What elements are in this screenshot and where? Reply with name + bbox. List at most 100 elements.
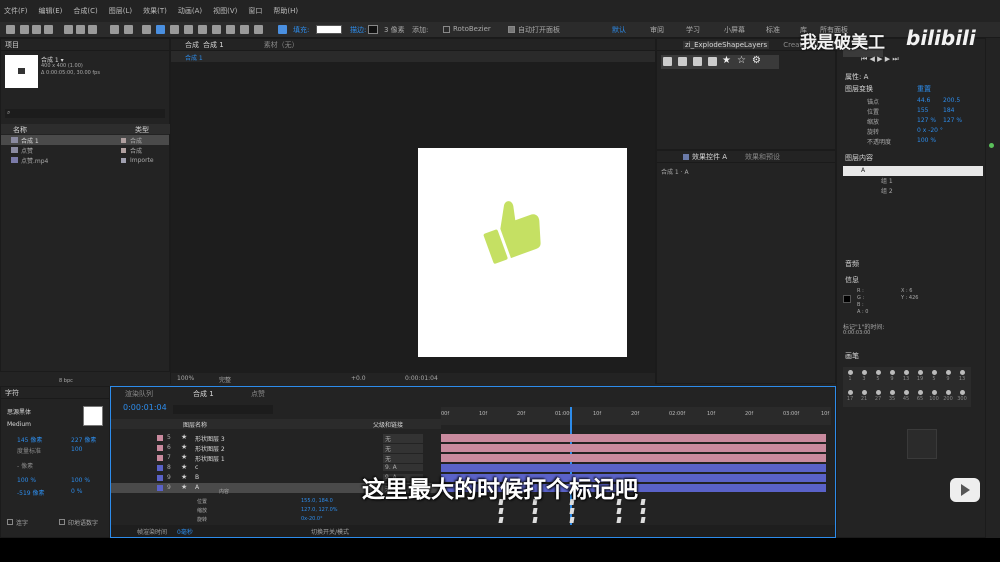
font-family-select[interactable]: 思源黑体 bbox=[7, 407, 31, 416]
tab-effect-controls[interactable]: 效果控件 A bbox=[692, 152, 727, 162]
roto-brush-icon[interactable] bbox=[240, 25, 249, 34]
keyframe[interactable] bbox=[569, 508, 575, 514]
exposure-value[interactable]: +0.0 bbox=[351, 375, 366, 382]
keyframe[interactable] bbox=[569, 517, 575, 523]
project-search-input[interactable]: ⌕ bbox=[5, 109, 165, 118]
tab-effects-presets[interactable]: 效果和预设 bbox=[745, 152, 780, 162]
col-parent[interactable]: 父级和链接 bbox=[373, 420, 403, 429]
brush-preset[interactable]: 45 bbox=[899, 387, 913, 407]
pen-tool-icon[interactable] bbox=[170, 25, 179, 34]
layer-row[interactable]: 6 ★ 形状图层 2 无 bbox=[111, 443, 441, 453]
explode-button-icon[interactable] bbox=[663, 57, 672, 66]
explode-button-icon[interactable] bbox=[678, 57, 687, 66]
menu-layer[interactable]: 图层(L) bbox=[109, 6, 132, 16]
bpc-label[interactable]: 8 bpc bbox=[59, 378, 73, 384]
font-style-select[interactable]: Medium bbox=[7, 421, 31, 428]
hand-tool-icon[interactable] bbox=[32, 25, 41, 34]
col-type[interactable]: 类型 bbox=[135, 125, 149, 135]
brush-preset[interactable]: 5 bbox=[871, 367, 885, 387]
brush-preset[interactable]: 35 bbox=[885, 387, 899, 407]
selection-tool-icon[interactable] bbox=[20, 25, 29, 34]
workspace-standard[interactable]: 标准 bbox=[766, 25, 780, 35]
keyframe[interactable] bbox=[640, 517, 646, 523]
layer-label-swatch[interactable] bbox=[157, 445, 163, 451]
keyframe[interactable] bbox=[532, 508, 538, 514]
reset-link[interactable]: 重置 bbox=[917, 84, 931, 94]
rotate-tool-icon[interactable] bbox=[110, 25, 119, 34]
keyframe[interactable] bbox=[616, 508, 622, 514]
stroke-width-field[interactable]: - 像素 bbox=[17, 461, 33, 470]
tab-footage[interactable]: 素材（无） bbox=[264, 40, 299, 50]
character-title[interactable]: 字符 bbox=[5, 388, 19, 398]
property-value[interactable]: 100 % bbox=[917, 137, 936, 144]
fill-swatch[interactable] bbox=[316, 25, 342, 34]
menu-view[interactable]: 视图(V) bbox=[213, 6, 237, 16]
brush-preset[interactable]: 13 bbox=[899, 367, 913, 387]
property-value[interactable]: 155 bbox=[917, 107, 928, 114]
keyframe[interactable] bbox=[616, 517, 622, 523]
gear-icon[interactable]: ⚙ bbox=[752, 55, 761, 66]
puppet-pin-icon[interactable] bbox=[254, 25, 263, 34]
breadcrumb[interactable]: 合成 1 bbox=[185, 53, 203, 62]
eraser-tool-icon[interactable] bbox=[226, 25, 235, 34]
menu-composition[interactable]: 合成(C) bbox=[73, 6, 97, 16]
brush-preset[interactable]: 65 bbox=[913, 387, 927, 407]
pan-tool-icon[interactable] bbox=[76, 25, 85, 34]
transform-property-value[interactable]: 127.0, 127.0% bbox=[301, 507, 338, 513]
layer-label-swatch[interactable] bbox=[157, 435, 163, 441]
text-fill-swatch[interactable] bbox=[83, 406, 103, 426]
orbit-tool-icon[interactable] bbox=[64, 25, 73, 34]
ligature-checkbox[interactable] bbox=[7, 519, 13, 525]
keyframe[interactable] bbox=[640, 508, 646, 514]
timeline-timecode[interactable]: 0:00:01:04 bbox=[123, 403, 167, 412]
dolly-tool-icon[interactable] bbox=[88, 25, 97, 34]
property-value[interactable]: 127 % bbox=[943, 117, 962, 124]
viewer-canvas-area[interactable] bbox=[171, 62, 655, 372]
tab-timeline-comp[interactable]: 合成 1 bbox=[193, 389, 214, 399]
layer-row[interactable]: 7 ★ 形状图层 1 无 bbox=[111, 453, 441, 463]
leading-field[interactable]: 227 像素 bbox=[71, 435, 96, 444]
tab-comp-name[interactable]: 合成 1 bbox=[203, 40, 224, 50]
keyframe[interactable] bbox=[498, 508, 504, 514]
add-label[interactable]: 添加: bbox=[412, 25, 428, 35]
project-item[interactable]: 点赞 合成 bbox=[1, 145, 169, 155]
contents-item[interactable]: 组 1 bbox=[843, 177, 983, 187]
menu-edit[interactable]: 编辑(E) bbox=[39, 6, 63, 16]
font-size-field[interactable]: 145 像素 bbox=[17, 435, 42, 444]
brush-tool-icon[interactable] bbox=[198, 25, 207, 34]
project-item[interactable]: 合成 1 合成 bbox=[1, 135, 169, 145]
star-icon[interactable] bbox=[278, 25, 287, 34]
home-icon[interactable] bbox=[6, 25, 15, 34]
hindi-digits-checkbox[interactable] bbox=[59, 519, 65, 525]
brush-preset[interactable]: 21 bbox=[857, 387, 871, 407]
brush-preset[interactable]: 1 bbox=[843, 367, 857, 387]
layer-name[interactable]: 形状图层 1 bbox=[195, 454, 225, 463]
composition-canvas[interactable] bbox=[418, 148, 627, 357]
menu-help[interactable]: 帮助(H) bbox=[273, 6, 298, 16]
stroke-width[interactable]: 3 像素 bbox=[384, 25, 405, 35]
timeline-search-input[interactable] bbox=[173, 405, 273, 414]
rotobezier-checkbox[interactable] bbox=[443, 26, 450, 33]
contents-item-selected[interactable]: A bbox=[843, 166, 983, 176]
parent-dropdown[interactable]: 无 bbox=[383, 454, 423, 463]
brush-preset[interactable]: 27 bbox=[871, 387, 885, 407]
brush-preset[interactable]: 100 bbox=[927, 387, 941, 407]
workspace-default[interactable]: 默认 bbox=[612, 25, 626, 35]
anchor-tool-icon[interactable] bbox=[142, 25, 151, 34]
property-value[interactable]: 200.5 bbox=[943, 97, 960, 104]
brush-preset[interactable]: 13 bbox=[955, 367, 969, 387]
workspace-small-screen[interactable]: 小屏幕 bbox=[724, 25, 745, 35]
parent-dropdown[interactable]: 无 bbox=[383, 444, 423, 453]
quality-dropdown[interactable]: 完整 bbox=[219, 375, 231, 384]
keyframe[interactable] bbox=[498, 517, 504, 523]
layer-row[interactable]: 5 ★ 形状图层 3 无 bbox=[111, 433, 441, 443]
brush-preset[interactable]: 300 bbox=[955, 387, 969, 407]
brush-preset[interactable]: 17 bbox=[843, 387, 857, 407]
layer-duration-bar[interactable] bbox=[441, 454, 826, 462]
type-tool-icon[interactable] bbox=[184, 25, 193, 34]
keyframe[interactable] bbox=[532, 517, 538, 523]
tab-timeline-like[interactable]: 点赞 bbox=[251, 389, 265, 399]
brush-preset[interactable]: 19 bbox=[913, 367, 927, 387]
layer-name[interactable]: 形状图层 2 bbox=[195, 444, 225, 453]
transform-property-value[interactable]: 0x-20.0° bbox=[301, 516, 323, 522]
